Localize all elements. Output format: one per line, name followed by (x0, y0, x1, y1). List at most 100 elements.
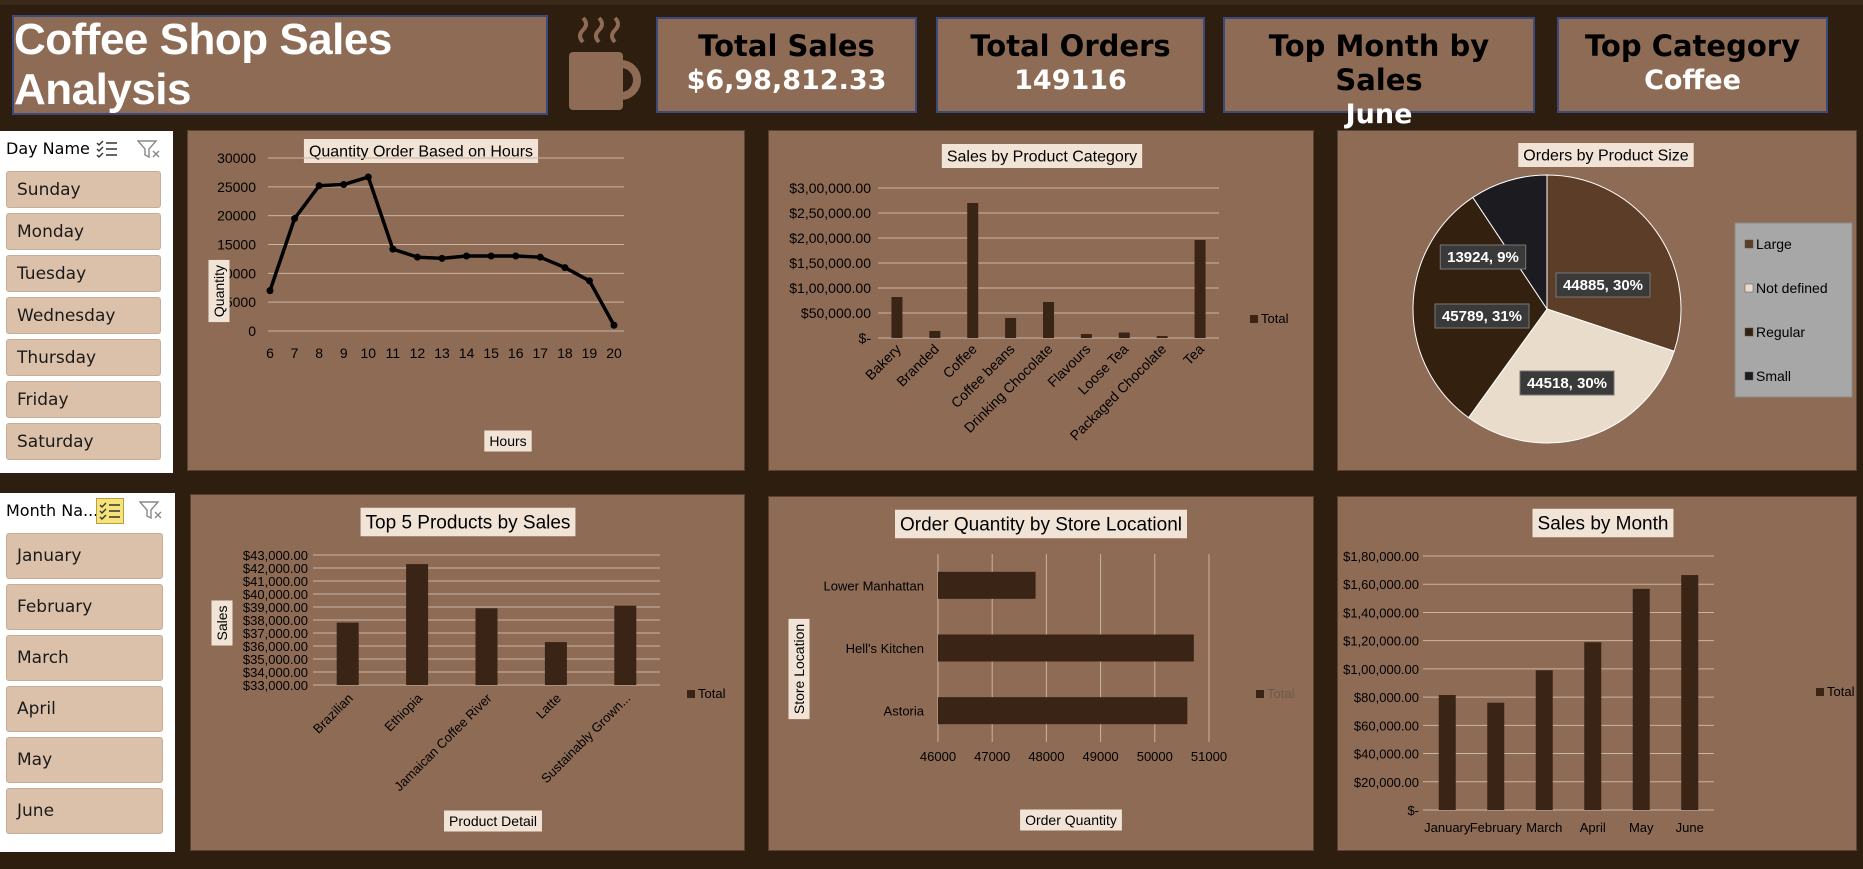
data-label: 13924, 9% (1447, 249, 1519, 266)
x-tick-label: 50000 (1137, 749, 1173, 764)
y-tick-label: $1,20,000.00 (1343, 634, 1419, 649)
x-tick-label: Tea (1180, 341, 1207, 368)
y-tick-label: $60,000.00 (1354, 718, 1419, 733)
slicer-item-sunday[interactable]: Sunday (6, 171, 161, 208)
slicer-header: Day Name (0, 131, 173, 165)
x-tick-label: January (1424, 820, 1471, 835)
y-tick-label: $1,00,000.00 (789, 280, 871, 296)
data-point-18 (561, 264, 569, 272)
data-point-12 (413, 253, 421, 261)
slicer-item-friday[interactable]: Friday (6, 381, 161, 418)
slicer-item-march[interactable]: March (6, 635, 163, 681)
chart-panel-top5: Top 5 Products by Sales $43,000.00 $42,000… (190, 494, 745, 851)
x-axis-label: Product Detail (444, 810, 542, 832)
bar-lower-manhattan (938, 571, 1036, 599)
pie-legend-box (1734, 222, 1853, 398)
bar-april (1584, 642, 1602, 810)
bar-branded (929, 331, 941, 338)
y-tick-label: $2,00,000.00 (789, 230, 871, 246)
y-tick-label: $1,50,000.00 (789, 255, 871, 271)
legend-swatch (1744, 239, 1754, 249)
legend-entry: Not defined (1756, 280, 1828, 296)
multi-select-icon[interactable] (96, 498, 124, 524)
bar-flavours (1080, 334, 1092, 338)
y-axis-label-text: Sales (214, 605, 230, 640)
data-point-11 (389, 245, 397, 253)
data-point-14 (463, 252, 471, 260)
legend-entry: Small (1756, 368, 1791, 384)
bar-astoria (938, 697, 1188, 725)
x-tick-label: April (1580, 820, 1606, 835)
y-axis-label-text: Store Location (791, 624, 807, 714)
x-axis-label-text: Order Quantity (1025, 812, 1117, 828)
chart-title-text: Top 5 Products by Sales (366, 513, 571, 534)
slicer-item-monday[interactable]: Monday (6, 213, 161, 250)
slicer-title: Day Name (6, 138, 90, 158)
bar-bakery (891, 297, 903, 338)
chart-quantity-by-hours: Quantity Order Based on Hours 30000 25000 2… (208, 139, 624, 452)
legend-total: Total (698, 686, 726, 701)
slicer-item-tuesday[interactable]: Tuesday (6, 255, 161, 292)
x-tick-label: March (1526, 820, 1562, 835)
chart-title-text: Sales by Month (1538, 514, 1669, 535)
data-point-6 (266, 287, 274, 295)
data-point-9 (340, 181, 348, 189)
x-tick-label: 6 (266, 345, 274, 361)
y-tick-label: 0 (248, 323, 256, 339)
slicer-item-may[interactable]: May (6, 737, 163, 783)
x-tick-label: Branded (893, 341, 942, 390)
slicer-item-wednesday[interactable]: Wednesday (6, 297, 161, 334)
x-tick-label: 18 (557, 345, 573, 361)
multi-select-icon[interactable] (96, 139, 118, 159)
x-tick-label: Brazilian (310, 691, 356, 737)
data-point-16 (512, 252, 520, 260)
x-tick-label: 11 (386, 345, 401, 361)
y-axis-label: Quantity (208, 259, 230, 323)
x-axis-label-text: Hours (489, 433, 526, 449)
slicer-item-saturday[interactable]: Saturday (6, 423, 161, 460)
y-tick-label: 15000 (217, 237, 256, 253)
clear-filter-icon[interactable] (139, 500, 163, 520)
chart-title: Sales by Month (1532, 508, 1674, 538)
y-tick-label: $- (859, 330, 872, 346)
x-tick-label: 47000 (974, 749, 1010, 764)
x-tick-label: 51000 (1191, 749, 1227, 764)
bar-brazilian (336, 622, 359, 685)
kpi-label: Total Sales (698, 29, 875, 63)
legend-swatch (1744, 327, 1754, 337)
y-tick-label: $1,80,000.00 (1343, 549, 1419, 564)
chart-panel-category: Sales by Product Category $3,00,000.00 $2,… (768, 130, 1314, 471)
y-tick-label: 5000 (225, 294, 256, 310)
bar-latte (544, 642, 567, 685)
bar-february (1487, 702, 1505, 810)
clear-filter-icon[interactable] (137, 139, 161, 159)
y-tick-label: $3,00,000.00 (789, 180, 871, 196)
bar-ethiopia (406, 564, 429, 685)
data-point-19 (585, 277, 593, 285)
legend-total: Total (1267, 686, 1295, 701)
legend-total: Total (1261, 311, 1289, 326)
bar-march (1535, 670, 1553, 810)
slicer-item-january[interactable]: January (6, 533, 163, 579)
kpi-value: Coffee (1644, 65, 1741, 96)
x-axis-label: Order Quantity (1020, 809, 1122, 831)
coffee-cup-icon (569, 16, 641, 110)
slicer-item-june[interactable]: June (6, 788, 163, 834)
y-tick-label: $80,000.00 (1354, 690, 1419, 705)
slicer-item-thursday[interactable]: Thursday (6, 339, 161, 376)
slicer-item-february[interactable]: February (6, 584, 163, 630)
x-tick-label: 48000 (1028, 749, 1064, 764)
bar-jamaican-coffee-river (475, 608, 498, 685)
y-tick-label: $20,000.00 (1354, 775, 1419, 790)
chart-top5-products: Top 5 Products by Sales$43,000.00$42,000… (211, 507, 726, 832)
x-tick-label: 17 (532, 345, 548, 361)
chart-store-location: Order Quantity by Store Locationl 46000 47… (788, 509, 1295, 831)
slicer-item-april[interactable]: April (6, 686, 163, 732)
x-tick-label: 20 (606, 345, 622, 361)
legend-total-swatch (687, 690, 695, 698)
x-tick-label: 15 (483, 345, 499, 361)
kpi-top-category: Top Category Coffee (1557, 17, 1828, 113)
bar-may (1632, 588, 1650, 810)
y-tick-label: $2,50,000.00 (789, 205, 871, 221)
chart-panel-hours: Quantity Order Based on Hours 30000 25000 2… (187, 130, 745, 471)
